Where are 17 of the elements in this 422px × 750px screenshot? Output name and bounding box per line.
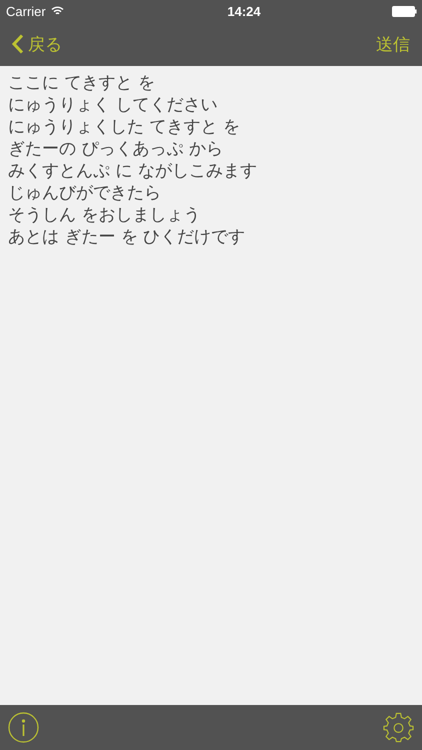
info-icon[interactable] [8,712,39,743]
wifi-icon [50,6,64,16]
send-button[interactable]: 送信 [376,32,410,56]
chevron-left-icon [12,34,24,54]
text-line: そうしん をおしましょう [8,204,200,226]
carrier-label: Carrier [6,4,46,18]
text-line: にゅうりょく してください [8,94,218,116]
text-line: あとは ぎたー を ひくだけです [8,226,246,248]
text-line: ぎたーの ぴっくあっぷ から [8,138,223,160]
time-label: 14:24 [227,4,261,18]
settings-icon[interactable] [383,712,414,743]
text-line: ここに てきすと を [8,72,155,94]
battery-icon [392,6,417,16]
text-line: じゅんびができたら [8,182,161,204]
back-button[interactable]: 戻る [12,32,62,56]
text-line: にゅうりょくした てきすと を [8,116,240,138]
text-line: みくすとんぷ に ながしこみます [8,160,257,182]
